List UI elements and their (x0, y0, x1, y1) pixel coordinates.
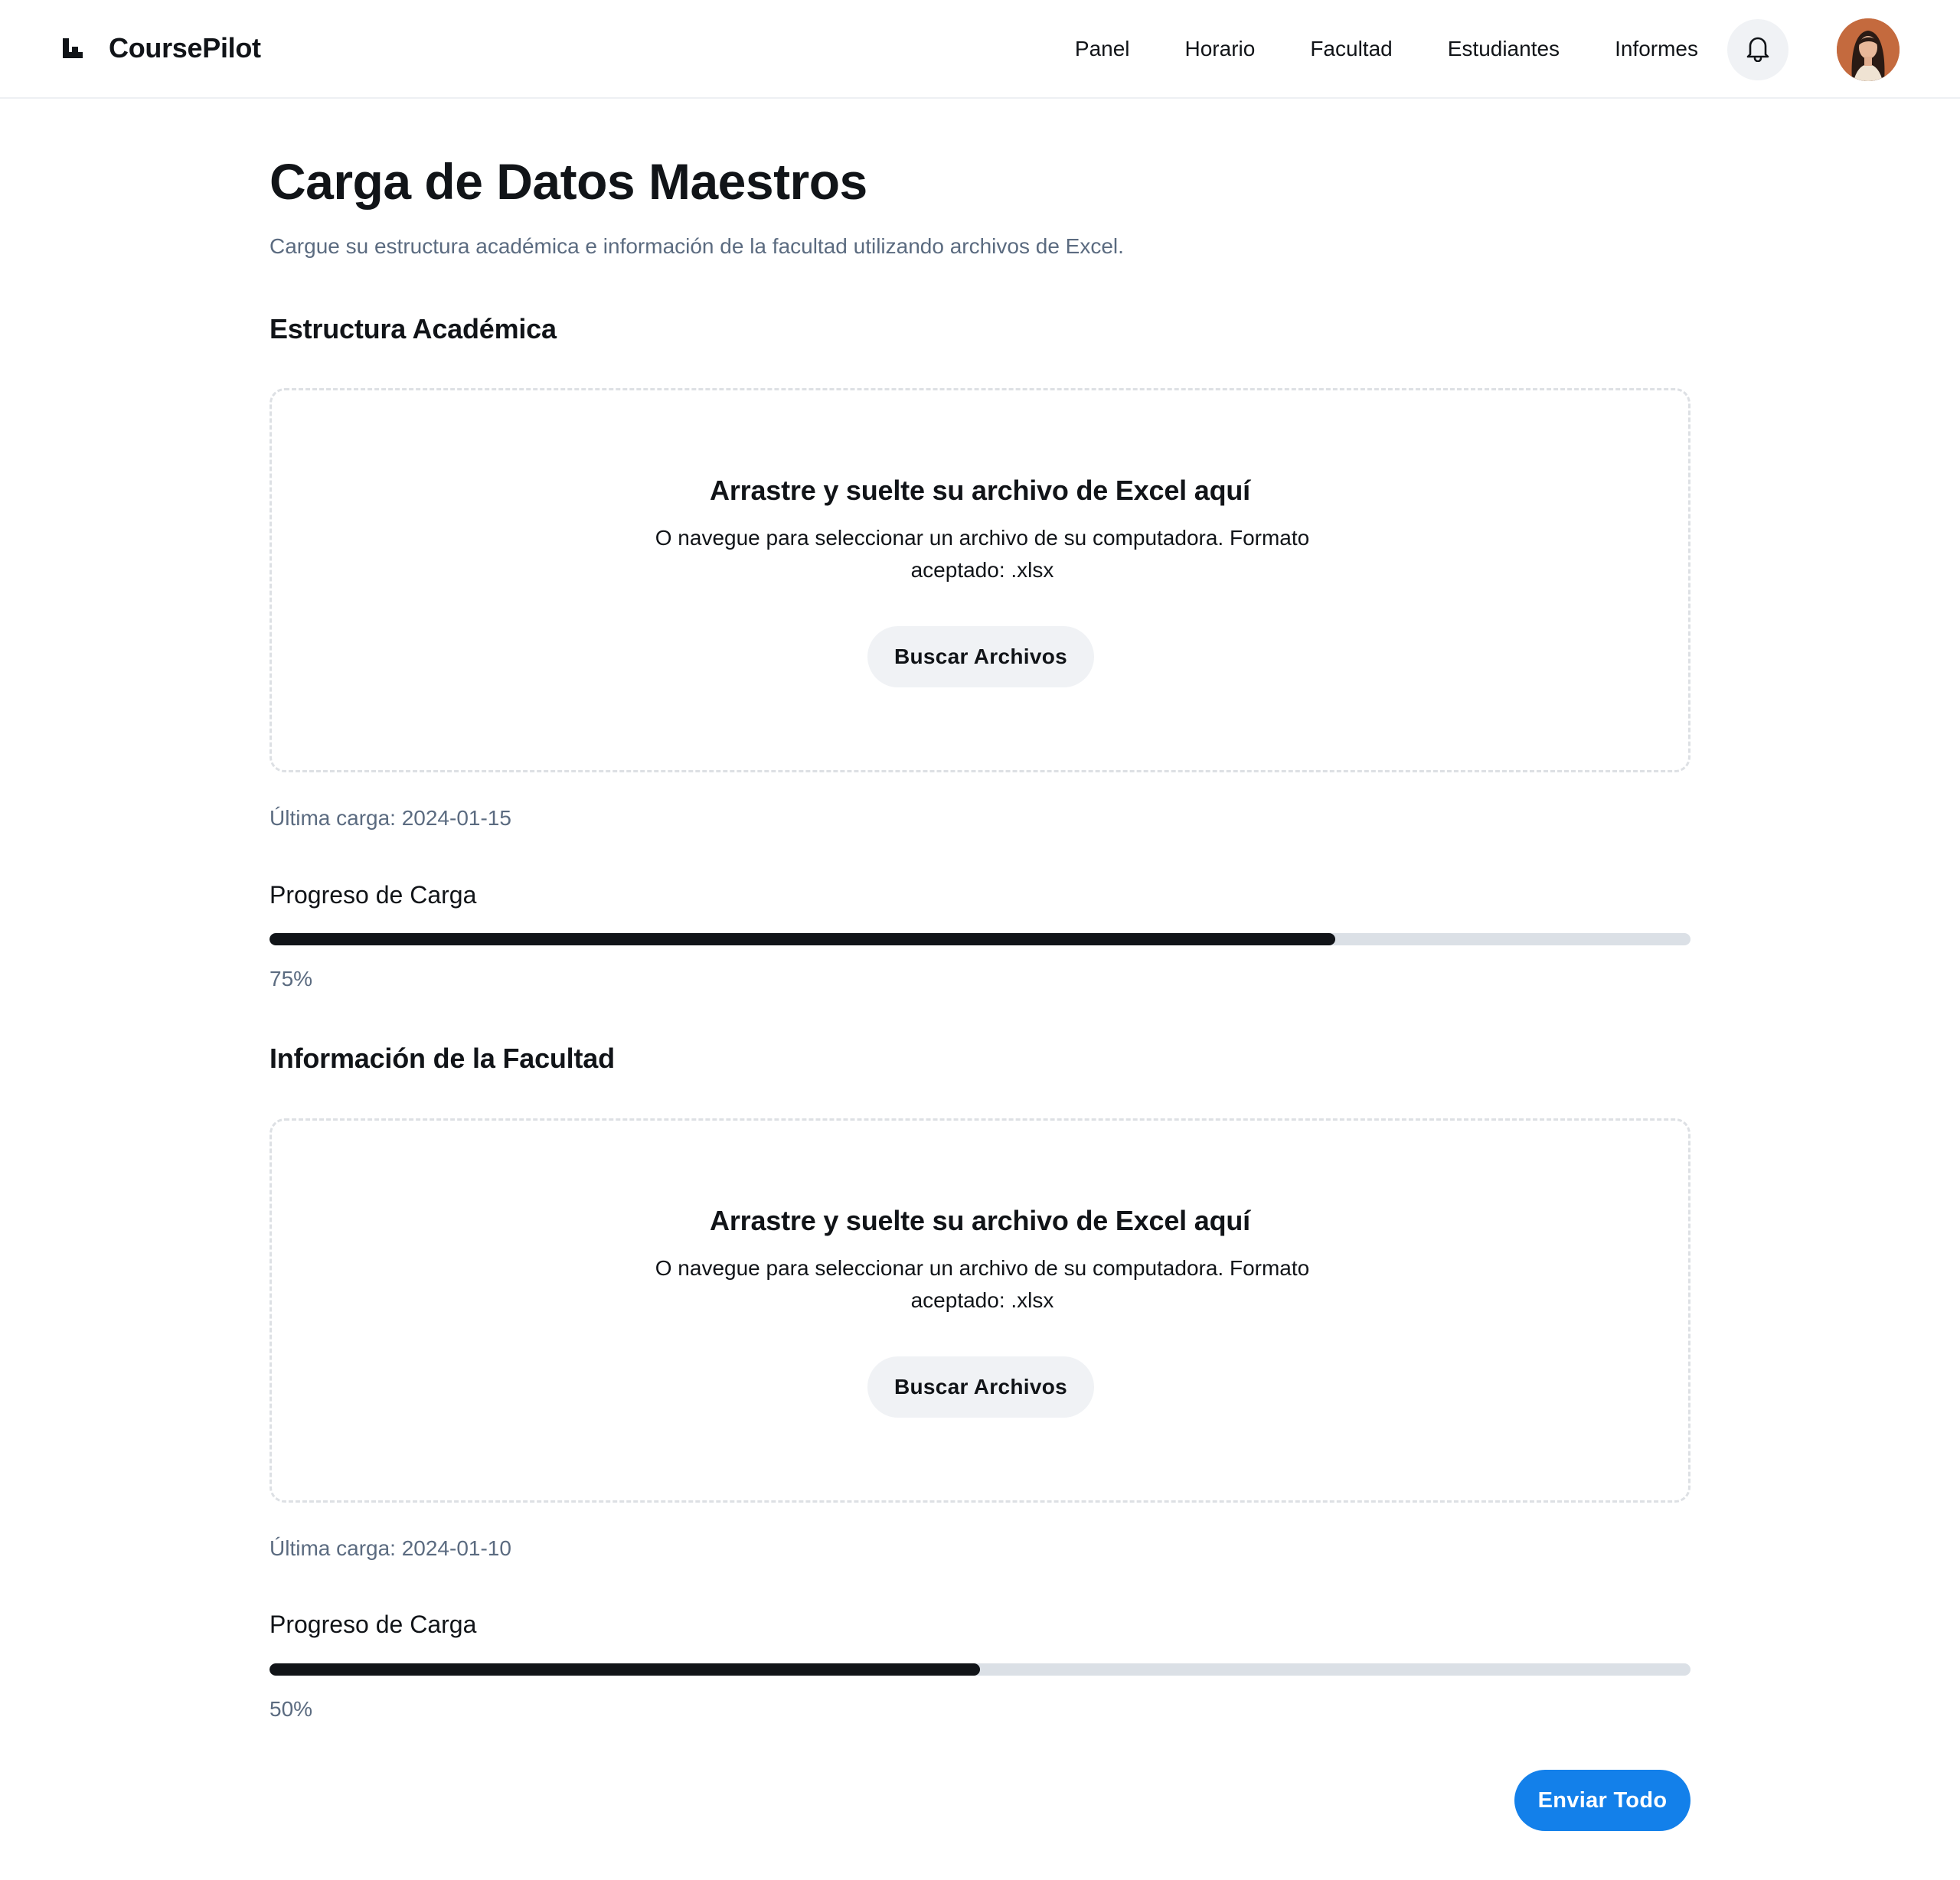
dropzone-description: O navegue para seleccionar un archivo de… (655, 526, 1310, 582)
dropzone-title: Arrastre y suelte su archivo de Excel aq… (710, 475, 1250, 506)
nav-item-facultad[interactable]: Facultad (1310, 37, 1392, 61)
section-title-academic-structure: Estructura Académica (270, 313, 557, 344)
dropzone-title: Arrastre y suelte su archivo de Excel aq… (710, 1205, 1250, 1236)
progress-label: Progreso de Carga (270, 1611, 477, 1638)
nav-item-informes[interactable]: Informes (1615, 37, 1698, 61)
user-avatar-image (1837, 18, 1900, 81)
app-name: CoursePilot (109, 32, 261, 64)
upload-progress-bar (270, 933, 1690, 945)
page-title: Carga de Datos Maestros (270, 153, 867, 210)
progress-label: Progreso de Carga (270, 881, 477, 909)
submit-all-button[interactable]: Enviar Todo (1514, 1770, 1690, 1831)
coursepilot-logo-icon (61, 37, 84, 60)
dropzone-faculty-info[interactable]: Arrastre y suelte su archivo de Excel aq… (270, 1118, 1690, 1503)
nav-item-estudiantes[interactable]: Estudiantes (1448, 37, 1560, 61)
main-nav: Panel Horario Facultad Estudiantes Infor… (1075, 31, 1698, 67)
last-upload-date: Última carga: 2024-01-10 (270, 1536, 511, 1560)
bell-icon (1745, 34, 1771, 66)
section-title-faculty-info: Información de la Facultad (270, 1043, 615, 1074)
notifications-button[interactable] (1727, 19, 1788, 80)
dropzone-description: O navegue para seleccionar un archivo de… (655, 1256, 1310, 1312)
upload-progress-fill (270, 1663, 980, 1676)
browse-files-button[interactable]: Buscar Archivos (867, 1356, 1094, 1418)
brand[interactable]: CoursePilot (61, 29, 261, 67)
dropzone-academic-structure[interactable]: Arrastre y suelte su archivo de Excel aq… (270, 388, 1690, 772)
progress-percent: 50% (270, 1697, 313, 1721)
nav-item-horario[interactable]: Horario (1185, 37, 1256, 61)
upload-progress-fill (270, 933, 1335, 945)
nav-item-panel[interactable]: Panel (1075, 37, 1130, 61)
user-avatar[interactable] (1837, 18, 1900, 81)
top-navigation-bar: CoursePilot Panel Horario Facultad Estud… (0, 0, 1960, 99)
progress-percent: 75% (270, 967, 313, 991)
page-subtitle: Cargue su estructura académica e informa… (270, 234, 1124, 258)
upload-progress-bar (270, 1663, 1690, 1676)
browse-files-button[interactable]: Buscar Archivos (867, 626, 1094, 687)
last-upload-date: Última carga: 2024-01-15 (270, 806, 511, 830)
